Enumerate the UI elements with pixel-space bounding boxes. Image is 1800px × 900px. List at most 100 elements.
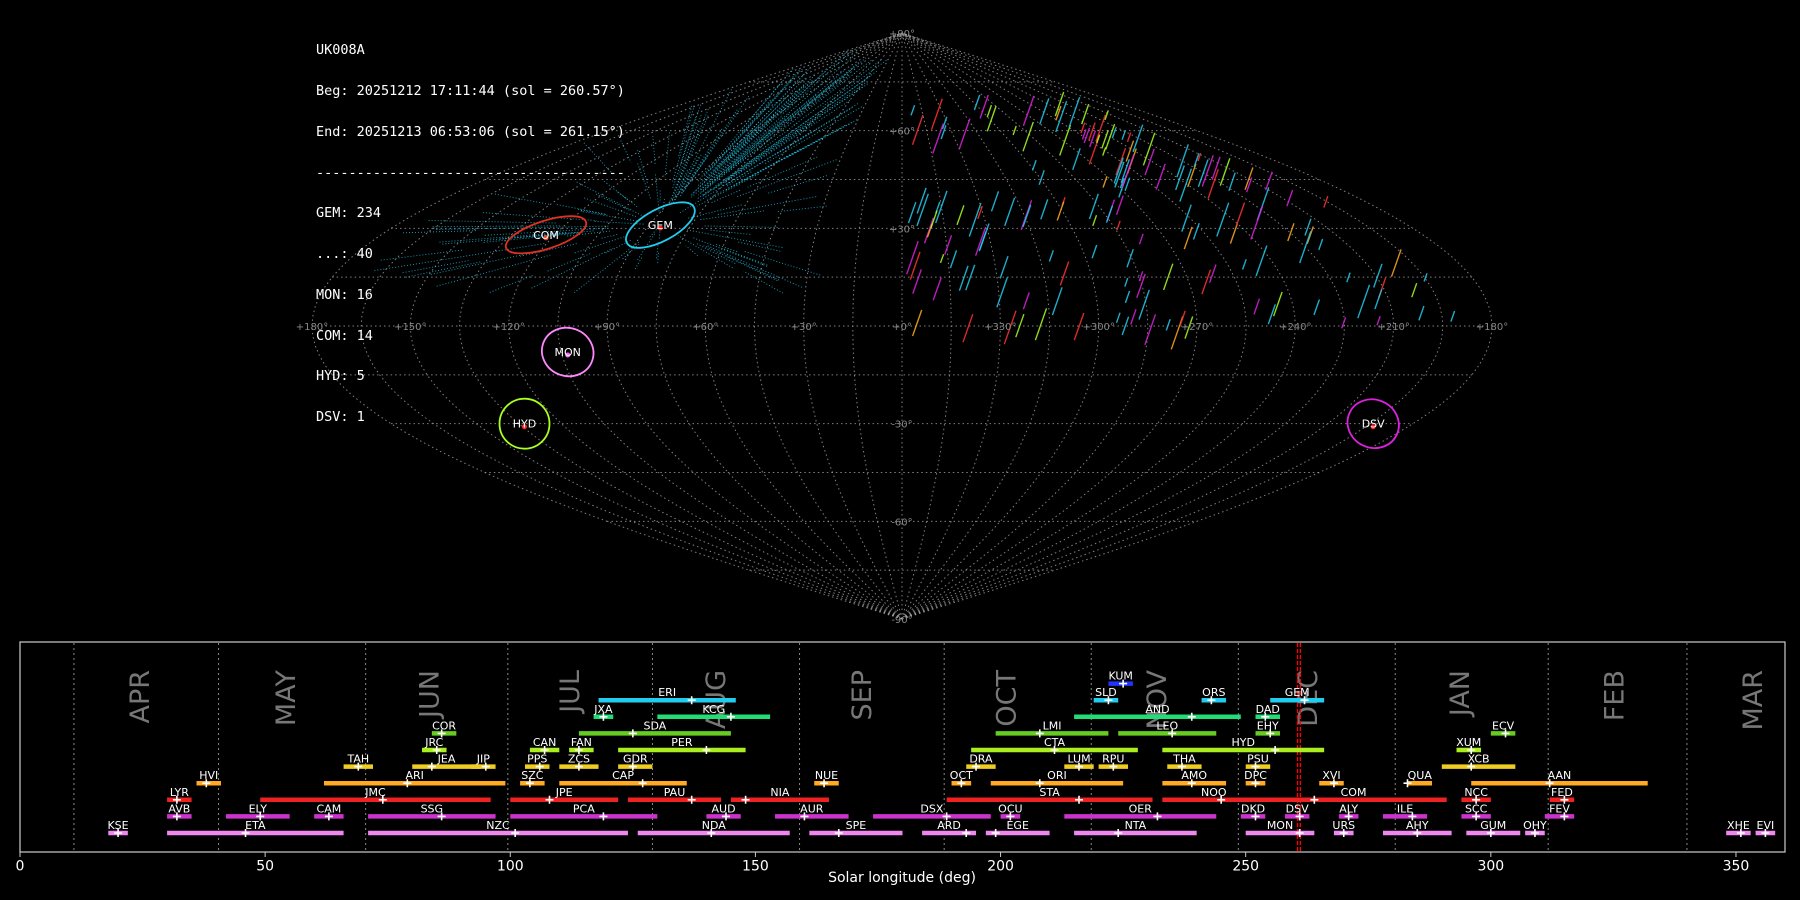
meteor-streak [932, 277, 942, 301]
meteor-streak [1241, 259, 1247, 270]
shower-label: KSE [107, 819, 128, 832]
meteor-streak [1022, 95, 1035, 127]
meteor-streak [1126, 132, 1132, 143]
meteor-streak [1192, 222, 1200, 240]
meteor-streak [1126, 248, 1134, 268]
meteor-trail [716, 196, 817, 216]
shower-label: SZC [521, 769, 544, 782]
shower-label: JRC [424, 736, 443, 749]
meteor-trail [679, 89, 732, 189]
longitude-label: +240° [1279, 322, 1311, 333]
shower-label: LYR [170, 786, 189, 799]
month-label: MAY [271, 670, 302, 727]
meteor-streak [1004, 197, 1016, 227]
meteor-trail [672, 157, 699, 204]
meteor-streak [1313, 299, 1321, 316]
shower-label: ALY [1339, 802, 1358, 815]
shower-label: ARI [405, 769, 423, 782]
shower-label: OER [1129, 802, 1153, 815]
shower-label: AUR [800, 802, 824, 815]
longitude-label: +330° [984, 322, 1016, 333]
meteor-trail [652, 135, 656, 165]
count-mon: MON: 16 [316, 286, 373, 303]
shower-label: JIP [476, 753, 490, 766]
shower-label: LUM [1067, 753, 1090, 766]
sky-map: COMGEMMONHYD DSV +180° +150° +120° +90° +60° +… [296, 29, 1508, 626]
latitude-label: -90° [891, 615, 912, 626]
meteor-streak [910, 104, 916, 116]
meteor-trail [701, 86, 863, 197]
meteor-trail [707, 148, 801, 200]
longitude-label: +300° [1082, 322, 1114, 333]
radiant-markers: COMGEMMONHYD DSV [498, 201, 1400, 450]
shower-label: NUE [815, 769, 838, 782]
meteor-streak [930, 210, 938, 229]
meteor-streak [1183, 226, 1193, 250]
shower-label: XUM [1456, 736, 1481, 749]
meteor-trail [700, 52, 858, 191]
shower-label: PPS [527, 753, 547, 766]
meteor-streak [1059, 261, 1070, 286]
shower-label: TAH [346, 753, 369, 766]
longitude-label: +30° [791, 322, 817, 333]
month-label: OCT [991, 670, 1022, 727]
meteor-streak [1130, 309, 1137, 325]
shower-label: LEO [1156, 719, 1178, 732]
meteor-trail [735, 159, 837, 198]
shower-label: FED [1551, 786, 1573, 799]
meteor-streak [1138, 233, 1144, 245]
meteor-streak [1031, 159, 1037, 171]
meteor-trail [680, 128, 723, 195]
shower-label: ETA [245, 819, 266, 832]
meteor-streak [1138, 271, 1144, 282]
begin-time: Beg: 20251212 17:11:44 (sol = 260.57°) [316, 82, 625, 99]
meteor-streak [974, 226, 987, 256]
meteor-streak [1089, 130, 1097, 148]
meteor-streak [1022, 292, 1030, 310]
shower-label: JPE [555, 786, 573, 799]
meteor-streak [1411, 282, 1418, 298]
meteor-trail [725, 131, 812, 185]
meteor-trail [702, 99, 771, 177]
meteor-trail [696, 83, 781, 183]
meteor-streak [1051, 287, 1063, 316]
shower-label: COM [1341, 786, 1367, 799]
meteor-trail [699, 210, 764, 221]
shower-label: KCG [702, 703, 725, 716]
shower-label: XHE [1727, 819, 1750, 832]
shower-label: SSG [421, 802, 444, 815]
meteor-streak [979, 94, 989, 119]
meteor-streak [1155, 163, 1166, 190]
longitude-label: +180° [1476, 322, 1508, 333]
meteor-streak [1124, 290, 1131, 304]
meteor-streak [1020, 199, 1033, 231]
shower-label: AHY [1406, 819, 1429, 832]
meteor-streak [939, 253, 945, 264]
meteor-streak [944, 235, 953, 255]
meteor-streak [1068, 96, 1081, 128]
shower-label: SPE [846, 819, 867, 832]
month-label: JUN [414, 670, 445, 720]
shower-label: DSX [920, 802, 943, 815]
x-tick-label: 100 [497, 859, 524, 875]
meteor-trail [767, 175, 827, 194]
shower-label: CAP [612, 769, 634, 782]
latitude-label: +60° [889, 127, 915, 138]
shower-label: KUM [1108, 670, 1132, 683]
meteor-trail [714, 243, 738, 253]
meteor-trail [685, 245, 698, 257]
shower-label: NCC [1464, 786, 1488, 799]
meteor-streak [916, 187, 927, 214]
meteor-streak [1219, 158, 1231, 186]
shower-label: HYD [1232, 736, 1255, 749]
meteor-streak [990, 191, 1000, 212]
shower-label: AUD [712, 802, 736, 815]
meteor-trail [743, 270, 784, 294]
meteor-streak [1102, 175, 1108, 188]
x-tick-label: 150 [742, 859, 769, 875]
meteor-streak [949, 250, 958, 269]
month-label: APR [125, 670, 156, 724]
info-separator: -------------------------------------- [316, 164, 625, 181]
meteor-streak [1040, 199, 1049, 220]
shower-label: SCC [1465, 802, 1488, 815]
